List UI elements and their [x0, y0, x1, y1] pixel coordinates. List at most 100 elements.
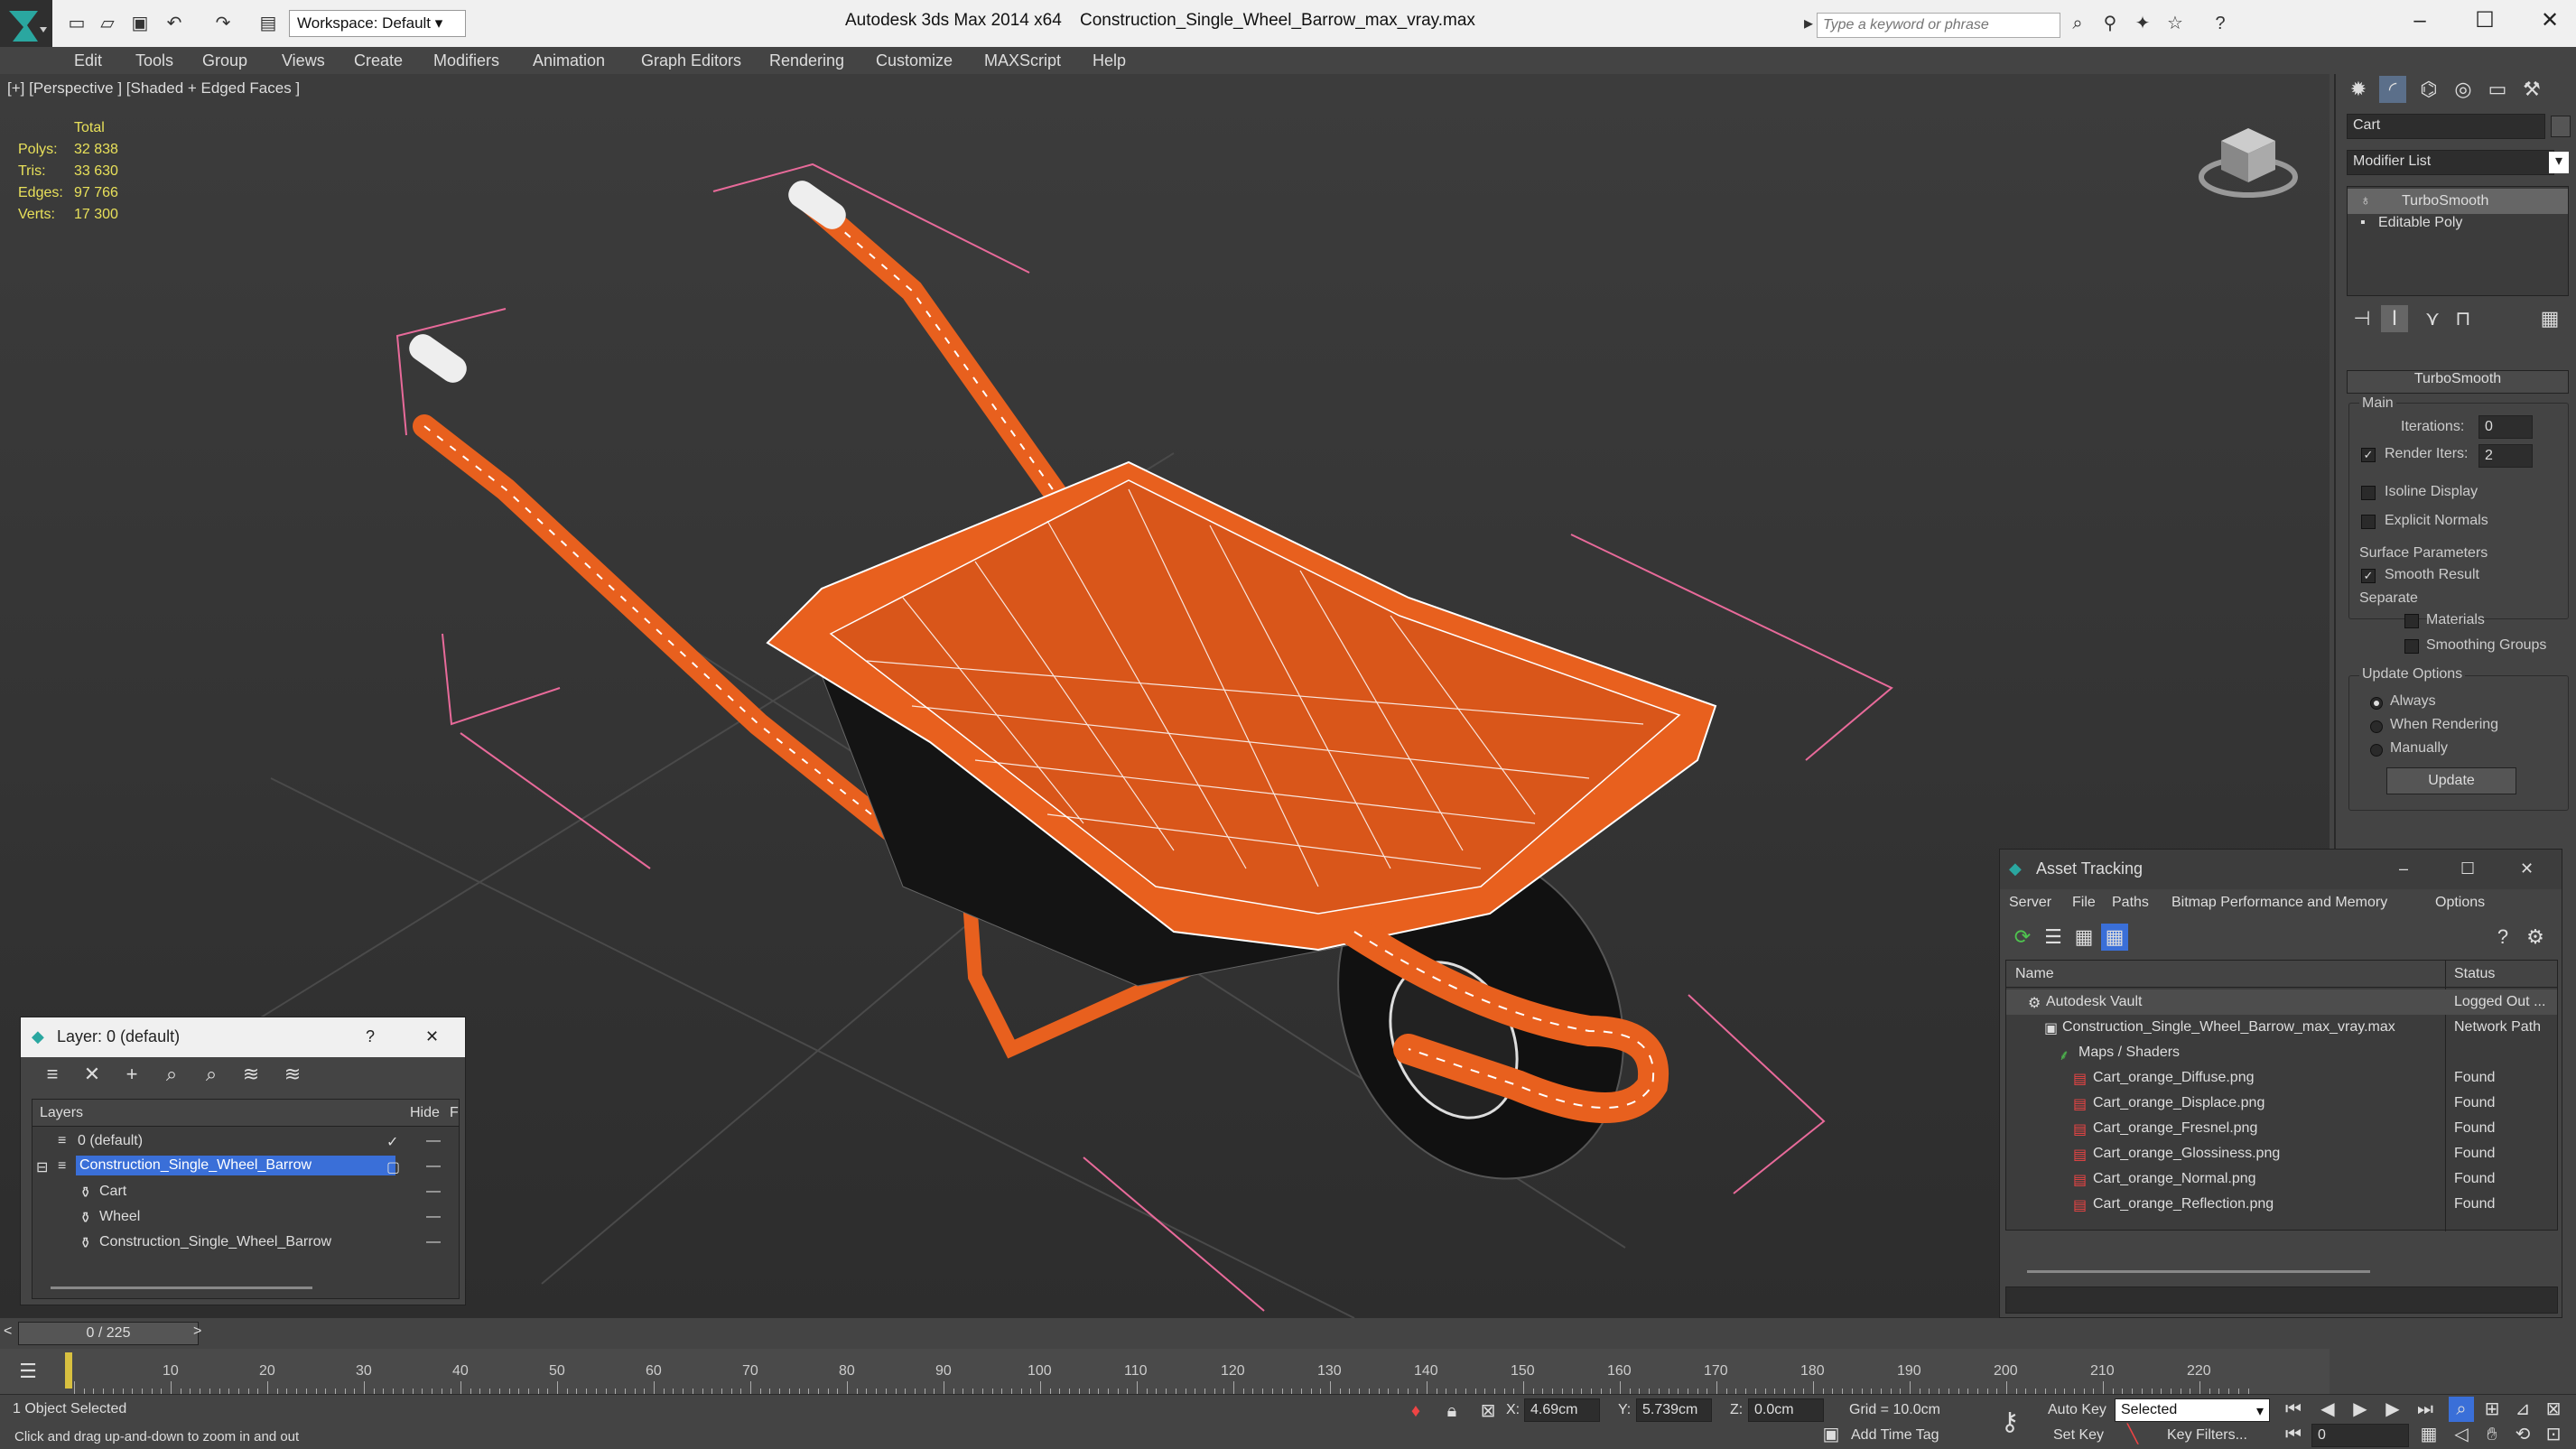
iterations-spinner[interactable]: 0	[2478, 415, 2533, 439]
orbit-subobject-icon[interactable]: ⟲	[2510, 1422, 2535, 1447]
undo-icon[interactable]: ↶	[163, 13, 186, 34]
add-to-layer-icon[interactable]: +	[118, 1061, 145, 1088]
create-layer-icon[interactable]: ≡	[39, 1061, 66, 1088]
asset-menu-server[interactable]: Server	[2009, 895, 2051, 911]
hierarchy-tab-icon[interactable]: ⌬	[2415, 76, 2442, 103]
current-frame-marker[interactable]	[65, 1352, 72, 1389]
asset-row-glossiness[interactable]: ▤ Cart_orange_Glossiness.png Found	[2006, 1141, 2557, 1166]
render-iters-checkbox[interactable]: ✓	[2361, 448, 2376, 462]
goto-start-icon[interactable]: ⏮	[2281, 1397, 2306, 1422]
time-config-icon[interactable]: ▦	[2416, 1422, 2441, 1447]
asset-tracking-titlebar[interactable]: ◆ Asset Tracking – ☐ ✕	[2000, 850, 2562, 889]
add-time-tag[interactable]: Add Time Tag	[1851, 1427, 1939, 1444]
time-next-arrow-icon[interactable]: >	[193, 1324, 201, 1340]
update-button[interactable]: Update	[2386, 767, 2516, 794]
asset-row-reflection[interactable]: ▤ Cart_orange_Reflection.png Found	[2006, 1192, 2557, 1217]
when-rendering-radio[interactable]	[2370, 720, 2383, 733]
asset-menu-options[interactable]: Options	[2435, 895, 2485, 911]
dropdown-chevron-icon[interactable]: ▾	[2256, 1402, 2264, 1420]
layer-window-titlebar[interactable]: ◆ Layer: 0 (default) ? ✕	[21, 1017, 465, 1057]
time-prev-arrow-icon[interactable]: <	[4, 1324, 12, 1340]
layer-row-default[interactable]: ≡ 0 (default) ✓ —	[33, 1129, 459, 1154]
field-of-view-icon[interactable]: ⊿	[2510, 1397, 2535, 1422]
configure-modifier-sets-icon[interactable]: ▦	[2536, 305, 2563, 332]
layers-horizontal-scrollbar[interactable]	[51, 1286, 312, 1289]
menu-help[interactable]: Help	[1093, 51, 1126, 70]
asset-menu-file[interactable]: File	[2072, 895, 2096, 911]
create-tab-icon[interactable]: ✹	[2345, 76, 2372, 103]
display-tab-icon[interactable]: ▭	[2484, 76, 2511, 103]
modifier-list-chevron-icon[interactable]: ▾	[2549, 152, 2569, 173]
bulb-icon[interactable]: ♁	[2360, 193, 2371, 209]
key-filters-button[interactable]: Key Filters...	[2167, 1427, 2247, 1444]
asset-maximize-icon[interactable]: ☐	[2460, 859, 2475, 878]
delete-layer-icon[interactable]: ✕	[79, 1061, 106, 1088]
current-layer-check-icon[interactable]: ✓	[386, 1133, 398, 1151]
asset-menu-paths[interactable]: Paths	[2112, 895, 2149, 911]
modifier-list-dropdown[interactable]: Modifier List	[2347, 150, 2554, 175]
isoline-checkbox[interactable]	[2361, 486, 2376, 500]
minimize-icon[interactable]: –	[2402, 7, 2438, 34]
x-coordinate-field[interactable]: 4.69cm	[1524, 1398, 1600, 1422]
hide-freeze-all-icon[interactable]: ≋	[279, 1061, 306, 1088]
asset-row-maps[interactable]: ⸙ Maps / Shaders	[2006, 1040, 2557, 1065]
pan-icon[interactable]: ✋︎	[2479, 1422, 2505, 1447]
list-view-icon[interactable]: ☰	[2040, 924, 2067, 951]
menu-rendering[interactable]: Rendering	[769, 51, 844, 70]
menu-views[interactable]: Views	[282, 51, 325, 70]
asset-path-field[interactable]	[2005, 1286, 2558, 1314]
thumbnail-view-icon[interactable]: ▦	[2070, 924, 2097, 951]
subscription-icon[interactable]: ⚲	[2098, 13, 2122, 34]
hide-toggle[interactable]: —	[426, 1234, 441, 1250]
table-view-icon[interactable]: ▦	[2101, 924, 2128, 951]
turbosmooth-rollout-header[interactable]: TurboSmooth	[2347, 370, 2569, 394]
remove-modifier-icon[interactable]: ⊓	[2450, 305, 2477, 332]
asset-menu-bitmap[interactable]: Bitmap Performance and Memory	[2171, 895, 2387, 911]
time-slider-thumb[interactable]: 0 / 225	[18, 1322, 199, 1345]
asset-help-icon[interactable]: ?	[2489, 924, 2516, 951]
col-name[interactable]: Name	[2015, 966, 2054, 982]
hide-toggle[interactable]: —	[426, 1184, 441, 1200]
asset-row-displace[interactable]: ▤ Cart_orange_Displace.png Found	[2006, 1091, 2557, 1116]
hide-toggle[interactable]: —	[426, 1209, 441, 1225]
col-hide[interactable]: Hide	[410, 1105, 440, 1121]
select-objects-icon[interactable]: ⌕	[158, 1061, 185, 1088]
project-folder-icon[interactable]: ▤	[256, 13, 280, 34]
collapse-icon[interactable]: ⊟	[36, 1158, 48, 1176]
utilities-tab-icon[interactable]: ⚒	[2518, 76, 2545, 103]
search-input[interactable]	[1817, 13, 2060, 38]
communication-icon[interactable]: ✦	[2131, 13, 2154, 34]
next-frame-icon[interactable]: ▶	[2380, 1397, 2405, 1422]
materials-checkbox[interactable]	[2404, 614, 2419, 628]
menu-graph-editors[interactable]: Graph Editors	[641, 51, 741, 70]
y-coordinate-field[interactable]: 5.739cm	[1636, 1398, 1712, 1422]
orbit-icon[interactable]: ◁	[2449, 1422, 2474, 1447]
manually-radio[interactable]	[2370, 744, 2383, 757]
menu-customize[interactable]: Customize	[876, 51, 953, 70]
menu-group[interactable]: Group	[202, 51, 247, 70]
menu-animation[interactable]: Animation	[533, 51, 605, 70]
favorites-star-icon[interactable]: ☆	[2163, 13, 2187, 34]
menu-modifiers[interactable]: Modifiers	[433, 51, 499, 70]
object-color-swatch[interactable]	[2551, 116, 2571, 137]
set-current-layer-icon[interactable]: ≋	[237, 1061, 265, 1088]
asset-settings-icon[interactable]: ⚙	[2522, 924, 2549, 951]
select-layer-icon[interactable]: ⌕	[198, 1061, 225, 1088]
search-binoculars-icon[interactable]: ⌕	[2066, 13, 2089, 34]
asset-row-diffuse[interactable]: ▤ Cart_orange_Diffuse.png Found	[2006, 1065, 2557, 1091]
hide-toggle[interactable]: —	[426, 1133, 441, 1149]
asset-row-vault[interactable]: ⚙ Autodesk Vault Logged Out ...	[2006, 989, 2557, 1015]
make-unique-icon[interactable]: ⋎	[2419, 305, 2446, 332]
col-layers[interactable]: Layers	[40, 1105, 83, 1121]
open-file-icon[interactable]: ▱	[96, 13, 119, 34]
asset-row-maxfile[interactable]: ▣ Construction_Single_Wheel_Barrow_max_vr…	[2006, 1015, 2557, 1040]
layer-window-help-icon[interactable]: ?	[366, 1027, 375, 1046]
set-current-box-icon[interactable]: ▢	[386, 1158, 400, 1176]
set-key-button[interactable]: Set Key	[2053, 1427, 2104, 1444]
render-iters-spinner[interactable]: 2	[2478, 444, 2533, 468]
layer-row-wheel[interactable]: ⚱ Wheel —	[33, 1204, 459, 1230]
track-bar[interactable]: ☰ 10 20 30 40 50 60 70 80 90 100 110 120…	[0, 1349, 2330, 1394]
key-mode-icon[interactable]: ⏮	[2281, 1422, 2306, 1447]
zoom-extents-all-icon[interactable]: ⊠	[2541, 1397, 2566, 1422]
menu-edit[interactable]: Edit	[74, 51, 102, 70]
